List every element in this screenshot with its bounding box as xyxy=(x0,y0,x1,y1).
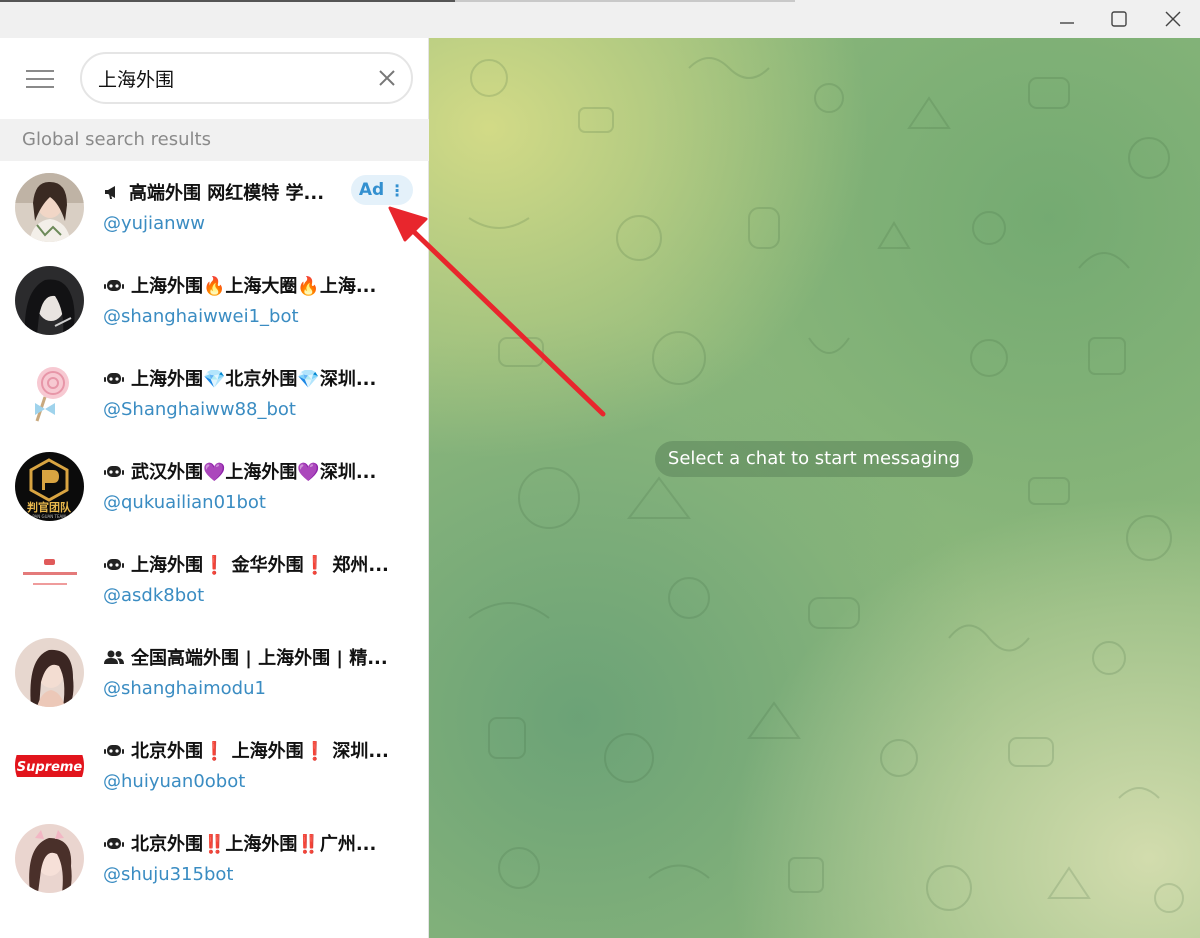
result-username: @shuju315bot xyxy=(103,864,234,885)
avatar xyxy=(15,638,84,707)
avatar xyxy=(15,173,84,242)
search-result-row[interactable]: 判官团队 PAN GUAN TEAM 武汉外围💜上海外围💜深圳... @quku… xyxy=(0,440,429,533)
search-result-row[interactable]: 高端外围 网红模特 学... @yujianww Ad ⋮ xyxy=(0,161,429,254)
result-username: @shanghaiwwei1_bot xyxy=(103,306,299,327)
result-username: @shanghaimodu1 xyxy=(103,678,266,699)
avatar xyxy=(15,824,84,893)
result-username: @asdk8bot xyxy=(103,585,205,606)
bot-icon xyxy=(103,555,125,573)
result-title: 全国高端外围 | 上海外围 | 精... xyxy=(103,643,408,671)
empty-chat-message: Select a chat to start messaging xyxy=(655,441,973,477)
avatar xyxy=(15,266,84,335)
search-result-row[interactable]: Supreme 北京外围❗ 上海外围❗ 深圳... @huiyuan0obot xyxy=(0,719,429,812)
avatar xyxy=(15,359,84,428)
maximize-button[interactable] xyxy=(1092,0,1146,38)
sidebar: Global search results 高端外围 网红模特 学... xyxy=(0,38,429,938)
search-result-row[interactable]: 上海外围💎北京外围💎深圳... @Shanghaiww88_bot xyxy=(0,347,429,440)
global-search-header: Global search results xyxy=(0,119,429,161)
result-title: 北京外围‼️上海外围‼️广州... xyxy=(103,829,408,857)
search-result-row[interactable]: 上海外围🔥上海大圈🔥上海... @shanghaiwwei1_bot xyxy=(0,254,429,347)
window-titlebar xyxy=(0,0,1200,38)
minimize-icon xyxy=(1060,22,1074,24)
result-title: 上海外围🔥上海大圈🔥上海... xyxy=(103,271,408,299)
more-options-icon: ⋮ xyxy=(389,180,406,200)
svg-text:判官团队: 判官团队 xyxy=(27,500,72,514)
chat-area: Select a chat to start messaging xyxy=(429,38,1200,938)
svg-text:Supreme: Supreme xyxy=(17,760,83,775)
result-title: 上海外围💎北京外围💎深圳... xyxy=(103,364,408,392)
svg-text:PAN GUAN TEAM: PAN GUAN TEAM xyxy=(32,514,66,519)
avatar xyxy=(15,545,84,614)
search-box xyxy=(80,52,413,104)
megaphone-icon xyxy=(103,183,123,201)
bot-icon xyxy=(103,462,125,480)
minimize-button[interactable] xyxy=(1040,0,1094,38)
avatar: 判官团队 PAN GUAN TEAM xyxy=(15,452,84,521)
hamburger-menu-icon xyxy=(26,70,54,88)
search-result-row[interactable]: 北京外围‼️上海外围‼️广州... @shuju315bot xyxy=(0,812,429,905)
chat-background-pattern xyxy=(468,57,1184,913)
result-username: @huiyuan0obot xyxy=(103,771,246,792)
result-title: 上海外围❗ 金华外围❗ 郑州... xyxy=(103,550,408,578)
maximize-icon xyxy=(1111,11,1127,27)
result-username: @yujianww xyxy=(103,213,205,234)
result-username: @Shanghaiww88_bot xyxy=(103,399,296,420)
bot-icon xyxy=(103,369,125,387)
result-username: @qukuailian01bot xyxy=(103,492,266,513)
group-icon xyxy=(103,648,125,666)
close-icon xyxy=(1165,11,1181,27)
search-input[interactable] xyxy=(98,54,368,102)
bot-icon xyxy=(103,834,125,852)
search-result-row[interactable]: 上海外围❗ 金华外围❗ 郑州... @asdk8bot xyxy=(0,533,429,626)
avatar: Supreme xyxy=(15,731,84,800)
search-result-row[interactable]: 全国高端外围 | 上海外围 | 精... @shanghaimodu1 xyxy=(0,626,429,719)
search-results-list: 高端外围 网红模特 学... @yujianww Ad ⋮ 上海外围🔥上海大圈🔥… xyxy=(0,161,429,905)
bot-icon xyxy=(103,276,125,294)
clear-search-button[interactable] xyxy=(375,66,399,90)
result-title: 北京外围❗ 上海外围❗ 深圳... xyxy=(103,736,408,764)
result-title: 武汉外围💜上海外围💜深圳... xyxy=(103,457,408,485)
ad-badge[interactable]: Ad ⋮ xyxy=(351,175,413,205)
main-menu-button[interactable] xyxy=(18,62,62,96)
bot-icon xyxy=(103,741,125,759)
close-window-button[interactable] xyxy=(1146,0,1200,38)
close-icon xyxy=(379,70,395,86)
